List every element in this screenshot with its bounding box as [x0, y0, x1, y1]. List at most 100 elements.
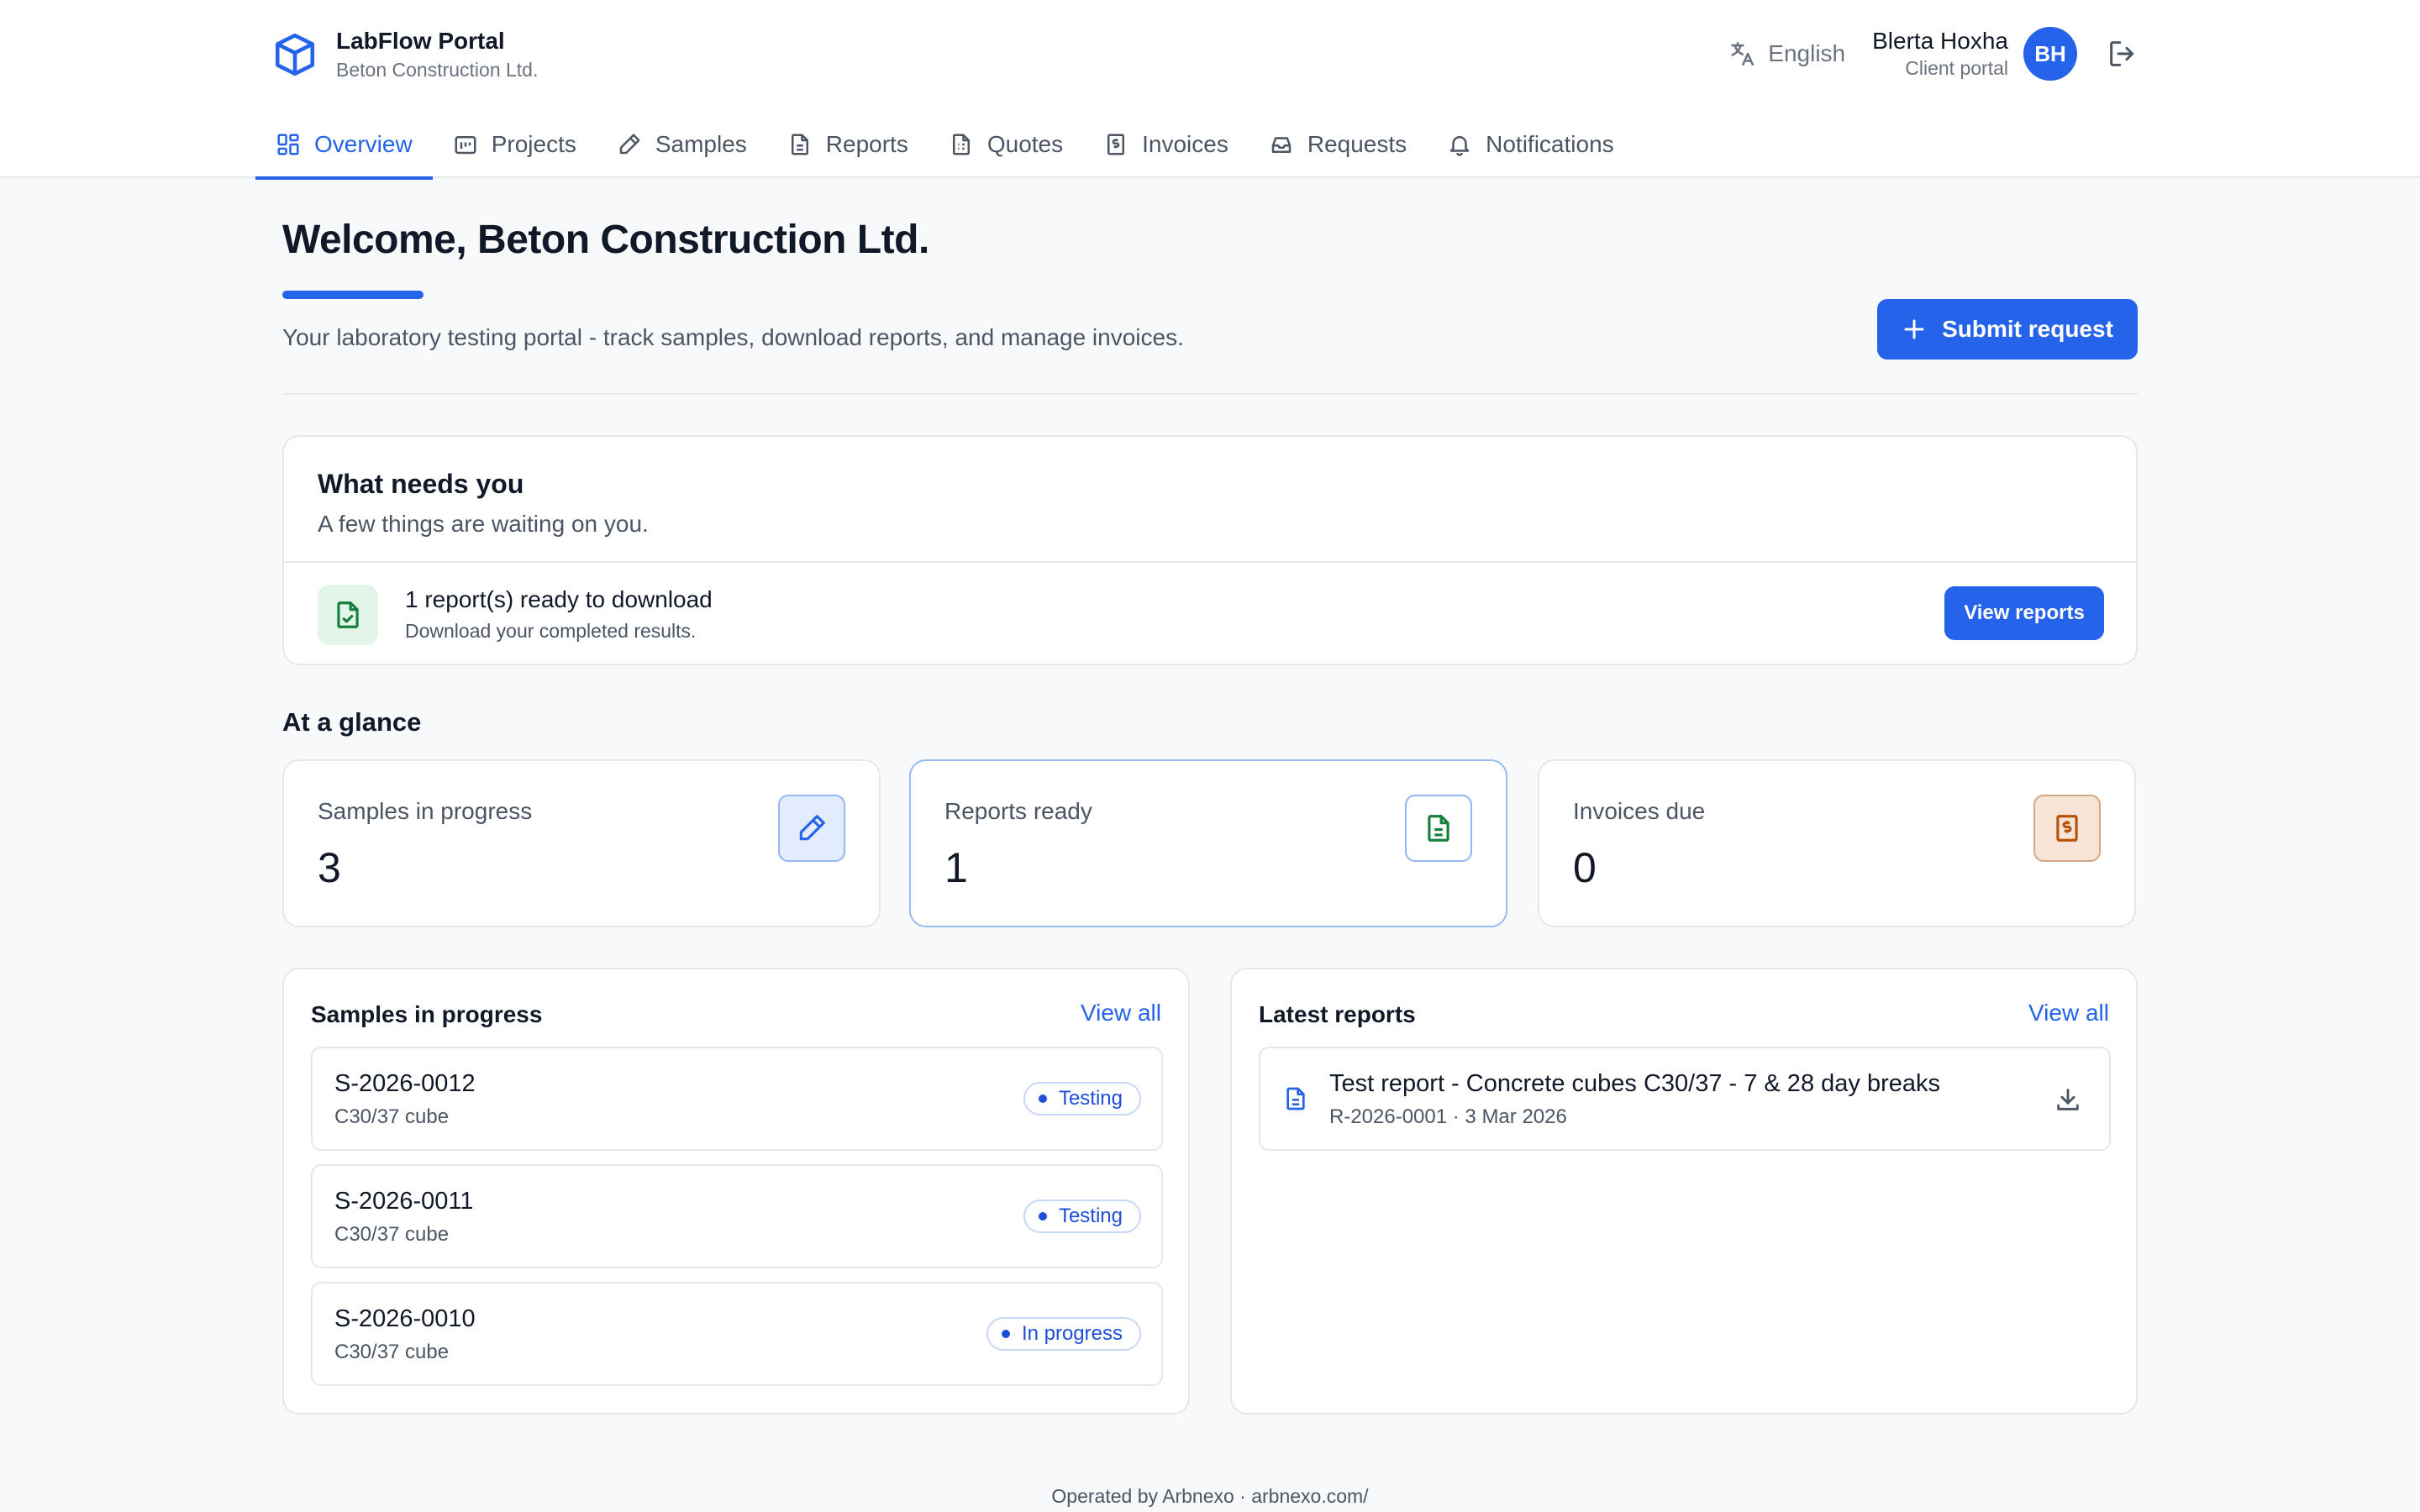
main-nav: Overview Projects Samples Reports Quotes…: [255, 111, 1634, 180]
tab-label: Projects: [491, 131, 576, 157]
plus-icon: [1904, 319, 1924, 339]
view-all-samples-link[interactable]: View all: [1081, 1000, 1161, 1026]
status-dot: [1038, 1212, 1047, 1221]
tab-requests[interactable]: Requests: [1249, 111, 1427, 178]
tab-notifications[interactable]: Notifications: [1427, 111, 1634, 178]
pencil-icon: [619, 134, 640, 155]
stat-label: Reports ready: [944, 798, 1092, 824]
needs-item-icon-box: [318, 585, 378, 645]
bell-icon: [1449, 136, 1470, 156]
tab-label: Overview: [314, 131, 413, 157]
status-dot: [1038, 1095, 1047, 1103]
stat-icon-box: [2033, 795, 2101, 862]
reports-panel: Latest reports View all Test report - Co…: [1230, 968, 2138, 1415]
tab-label: Reports: [825, 131, 908, 157]
tab-samples[interactable]: Samples: [597, 111, 767, 178]
tab-projects[interactable]: Projects: [433, 111, 597, 178]
tab-label: Invoices: [1142, 131, 1228, 157]
stat-icon-box: [1405, 795, 1472, 862]
sample-desc: C30/37 cube: [334, 1105, 450, 1128]
document-icon: [1286, 1087, 1305, 1110]
invoice-icon: [1107, 134, 1125, 155]
download-icon[interactable]: [2054, 1085, 2082, 1114]
tab-overview[interactable]: Overview: [255, 111, 433, 180]
tab-invoices[interactable]: Invoices: [1083, 111, 1249, 178]
language-selector[interactable]: English: [1728, 39, 1845, 68]
tab-quotes[interactable]: Quotes: [929, 111, 1083, 178]
page-title: Welcome, Beton Construction Ltd.: [282, 218, 929, 262]
divider: [284, 561, 2136, 563]
overview-icon: [277, 134, 299, 155]
status-label: Testing: [1058, 1087, 1123, 1110]
panel-title: Latest reports: [1259, 1001, 1416, 1027]
list-item[interactable]: Test report - Concrete cubes C30/37 - 7 …: [1259, 1047, 2111, 1151]
stat-icon-box: [778, 795, 845, 862]
projects-icon: [455, 136, 476, 155]
organization-name: Beton Construction Ltd.: [336, 59, 539, 81]
sample-id: S-2026-0010: [334, 1305, 476, 1332]
list-item[interactable]: S-2026-0010 C30/37 cube In progress: [311, 1282, 1163, 1386]
needs-title: What needs you: [318, 469, 524, 499]
needs-item-title: 1 report(s) ready to download: [405, 586, 713, 612]
sample-desc: C30/37 cube: [334, 1223, 450, 1246]
logout-icon[interactable]: [2106, 37, 2139, 71]
tab-label: Samples: [655, 131, 747, 157]
top-header: LabFlow Portal Beton Construction Ltd. E…: [0, 0, 2420, 180]
sample-desc: C30/37 cube: [334, 1341, 450, 1363]
submit-request-label: Submit request: [1942, 316, 2113, 342]
brand[interactable]: LabFlow Portal Beton Construction Ltd.: [274, 27, 538, 82]
document-icon: [1428, 815, 1449, 842]
tab-reports[interactable]: Reports: [767, 111, 929, 178]
report-title: Test report - Concrete cubes C30/37 - 7 …: [1329, 1070, 1940, 1097]
pencil-icon: [799, 815, 825, 841]
tab-label: Requests: [1307, 131, 1407, 157]
samples-panel: Samples in progress View all S-2026-0012…: [282, 968, 1190, 1415]
status-badge: Testing: [1023, 1082, 1141, 1116]
user-name: Blerta Hoxha: [1872, 28, 2008, 54]
list-item[interactable]: S-2026-0012 C30/37 cube Testing: [311, 1047, 1163, 1151]
status-badge: Testing: [1023, 1200, 1141, 1233]
sample-id: S-2026-0011: [334, 1188, 474, 1215]
stat-card-samples[interactable]: Samples in progress 3: [282, 759, 881, 927]
cube-logo-icon: [275, 33, 315, 76]
stat-value: 1: [944, 844, 968, 891]
user-role: Client portal: [1905, 57, 2008, 79]
tab-label: Notifications: [1486, 131, 1614, 157]
stat-value: 3: [318, 844, 341, 891]
view-all-reports-link[interactable]: View all: [2028, 1000, 2109, 1026]
page-subtitle: Your laboratory testing portal - track s…: [282, 324, 1184, 350]
stat-label: Invoices due: [1573, 798, 1706, 824]
translate-icon: [1731, 41, 1754, 66]
list-item[interactable]: S-2026-0011 C30/37 cube Testing: [311, 1164, 1163, 1268]
needs-subtitle: A few things are waiting on you.: [318, 511, 649, 537]
status-label: Testing: [1058, 1205, 1123, 1227]
needs-card: What needs you A few things are waiting …: [282, 435, 2138, 665]
divider: [282, 393, 2138, 395]
inbox-icon: [1271, 137, 1292, 153]
status-label: In progress: [1021, 1322, 1123, 1345]
document-icon: [791, 134, 808, 155]
footer-text: Operated by Arbnexo · arbnexo.com/: [1051, 1485, 1369, 1507]
app-title: LabFlow Portal: [336, 28, 505, 54]
view-reports-button[interactable]: View reports: [1944, 586, 2104, 640]
quote-document-icon: [952, 134, 970, 155]
stat-card-reports[interactable]: Reports ready 1: [909, 759, 1507, 927]
needs-item-subtitle: Download your completed results.: [405, 620, 697, 642]
tab-label: Quotes: [986, 131, 1064, 157]
invoice-icon: [2056, 815, 2078, 842]
avatar[interactable]: BH: [2023, 27, 2077, 81]
stat-value: 0: [1573, 844, 1597, 891]
submit-request-button[interactable]: Submit request: [1877, 299, 2138, 360]
user-info: Blerta Hoxha Client portal: [1872, 27, 2008, 81]
stat-label: Samples in progress: [318, 798, 533, 824]
status-dot: [1001, 1330, 1010, 1338]
status-badge: In progress: [986, 1317, 1141, 1351]
section-title: At a glance: [282, 707, 422, 737]
panel-title: Samples in progress: [311, 1001, 543, 1027]
sample-id: S-2026-0012: [334, 1070, 476, 1097]
report-meta: R-2026-0001 · 3 Mar 2026: [1329, 1105, 1567, 1128]
stat-card-invoices[interactable]: Invoices due 0: [1538, 759, 2136, 927]
language-label: English: [1768, 40, 1846, 66]
document-check-icon: [337, 601, 359, 628]
title-underline: [282, 291, 424, 299]
